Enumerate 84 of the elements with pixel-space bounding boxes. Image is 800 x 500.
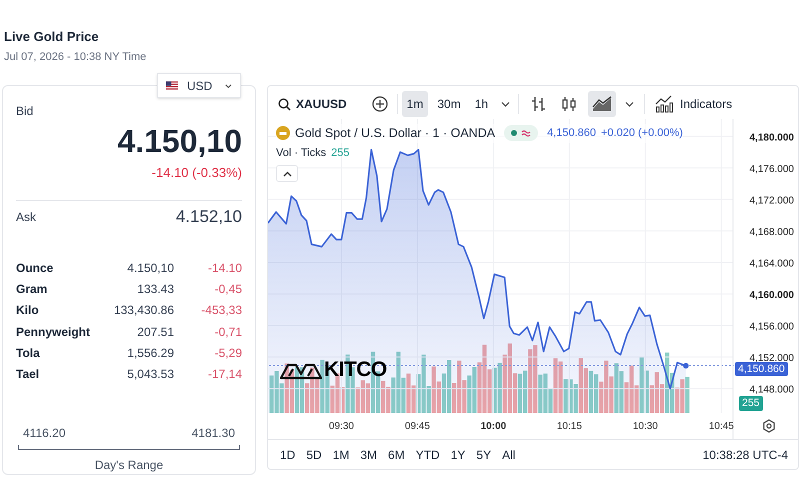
- unit-price: 4.150,10: [126, 260, 174, 277]
- settings-icon: [762, 419, 776, 433]
- range-label: Day's Range: [94, 457, 164, 474]
- coin-icon: [276, 126, 290, 140]
- interval-tab[interactable]: 30m: [432, 91, 466, 117]
- price-axis-label: 4,160.000: [750, 290, 794, 301]
- settings-button[interactable]: [761, 418, 777, 434]
- time-axis-label: 10:00: [480, 421, 506, 432]
- unit-label: Pennyweight: [16, 324, 92, 341]
- collapse-legend-button[interactable]: [276, 165, 298, 182]
- price-change: +0.020 (+0.00%): [601, 126, 683, 142]
- unit-change: -453,33: [200, 302, 242, 320]
- time-axis-label: 10:30: [632, 421, 658, 432]
- unit-price: 207.51: [136, 324, 174, 341]
- time-axis-label: 09:45: [404, 421, 430, 432]
- flag-icon: [166, 80, 178, 91]
- range-button[interactable]: 1D: [279, 446, 296, 464]
- price-axis-label: 4,148.000: [750, 384, 794, 396]
- page-title: Live Gold Price: [4, 29, 100, 45]
- unit-label: Tael: [16, 366, 40, 384]
- chevron-down-icon: [625, 101, 634, 107]
- bid-price: 4.150,10: [117, 123, 242, 159]
- unit-price: 133,430.86: [112, 302, 174, 320]
- interval-tab[interactable]: 1h: [470, 91, 494, 117]
- volume-value: 255: [331, 146, 350, 161]
- time-axis-label: 10:15: [556, 421, 582, 432]
- range-button[interactable]: All: [501, 446, 516, 464]
- unit-change: -17,14: [206, 366, 242, 384]
- price-axis-label: 4,180.000: [750, 132, 794, 144]
- timestamp: Jul 07, 2026 - 10:38 NY Time: [4, 50, 148, 64]
- last-price-dot: [683, 362, 689, 368]
- bid-change: -14.10 (-0.33%): [152, 165, 242, 181]
- unit-change: -0,45: [214, 280, 242, 298]
- range-button[interactable]: 6M: [387, 446, 406, 464]
- time-axis-label: 10:45: [708, 421, 734, 432]
- clock: 10:38:28 UTC-4: [702, 446, 788, 464]
- price-axis-label: 4,156.000: [750, 322, 794, 332]
- indicators-button[interactable]: Indicators: [653, 91, 734, 117]
- chevron-down-icon: [225, 82, 232, 88]
- unit-change: -5,29: [214, 344, 242, 362]
- chevron-up-icon: [282, 170, 292, 176]
- chart-type-button[interactable]: [588, 91, 616, 117]
- unit-price: 5,043.53: [126, 366, 174, 384]
- unit-label: Kilo: [16, 302, 40, 320]
- price-axis-label: 4,164.000: [750, 258, 794, 270]
- chevron-down-icon: [501, 101, 510, 107]
- price-axis-label: 4,172.000: [750, 195, 794, 206]
- ask-label: Ask: [16, 209, 36, 226]
- symbol-search[interactable]: XAUUSD: [276, 91, 349, 117]
- kitco-logo: KITCO: [324, 359, 387, 381]
- plus-icon: [372, 96, 388, 112]
- range-low: 4116.20: [23, 424, 66, 442]
- interval-tab[interactable]: 1m: [402, 91, 428, 117]
- last-price: 4,150.860: [547, 126, 596, 142]
- range-button[interactable]: 1M: [332, 446, 350, 464]
- unit-price: 1,556.29: [126, 344, 174, 362]
- price-axis-label: 4,152.000: [750, 353, 794, 364]
- range-button[interactable]: 3M: [359, 446, 378, 464]
- range-button[interactable]: 5D: [305, 446, 323, 464]
- area-chart-icon: [592, 96, 612, 112]
- range-button[interactable]: 5Y: [475, 446, 492, 464]
- ask-price: 4.152,10: [176, 206, 242, 228]
- bid-label: Bid: [16, 104, 34, 118]
- range-button[interactable]: 1Y: [450, 446, 466, 464]
- unit-label: Ounce: [16, 260, 54, 277]
- unit-label: Tola: [16, 344, 41, 362]
- currency-dropdown[interactable]: USD: [157, 73, 241, 98]
- volume-label: Vol · Ticks: [276, 146, 326, 161]
- unit-label: Gram: [16, 280, 48, 298]
- unit-change: -0,71: [214, 324, 242, 341]
- symbol-title: Gold Spot / U.S. Dollar · 1 · OANDA: [295, 125, 496, 142]
- price-axis-label: 4,168.000: [750, 226, 794, 238]
- search-icon: [278, 98, 291, 110]
- range-button[interactable]: YTD: [414, 446, 441, 464]
- volume-badge: 255: [739, 396, 763, 411]
- unit-price: 133.43: [136, 280, 174, 298]
- wave-icon: [521, 129, 532, 138]
- indicators-icon: [655, 95, 674, 113]
- time-axis-label: 09:30: [328, 421, 354, 432]
- unit-change: -14.10: [206, 260, 242, 277]
- last-price-badge: 4,150.860: [735, 362, 788, 376]
- price-axis-label: 4,176.000: [750, 164, 794, 175]
- range-high: 4181.30: [192, 424, 235, 442]
- status-dot-icon: [511, 130, 518, 136]
